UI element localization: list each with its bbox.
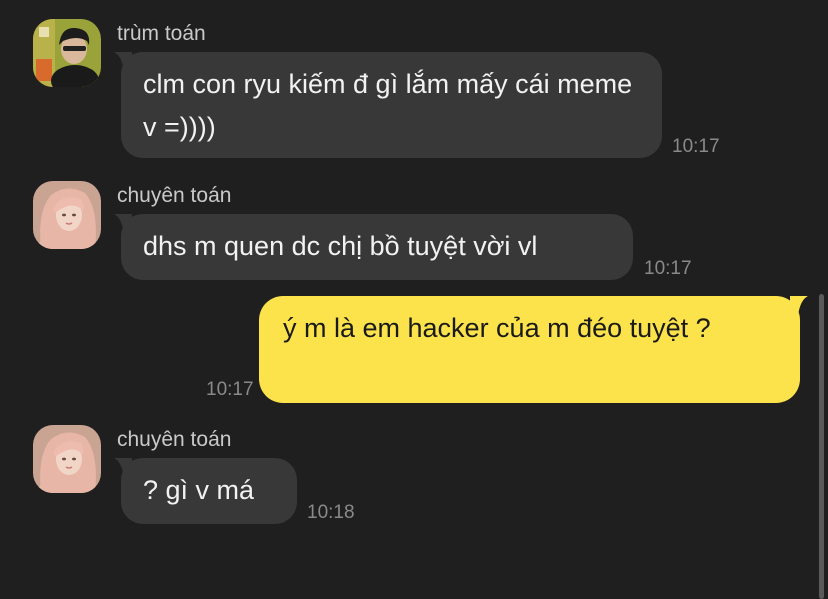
avatar-image [33, 181, 101, 249]
message-bubble-outgoing[interactable]: ý m là em hacker của m đéo tuyệt ? [259, 296, 800, 403]
message-timestamp: 10:17 [206, 379, 254, 400]
bubble-tail [790, 296, 808, 316]
avatar-chuyen-toan[interactable] [33, 181, 101, 249]
message-timestamp: 10:18 [307, 502, 355, 523]
message-timestamp: 10:17 [672, 136, 720, 157]
sender-name: trùm toán [117, 22, 206, 45]
sender-name: chuyên toán [117, 428, 232, 451]
avatar-image [33, 425, 101, 493]
message-bubble[interactable]: ? gì v má [121, 458, 297, 524]
message-text: ? gì v má [143, 475, 255, 505]
message-text: clm con ryu kiếm đ gì lắm mấy cái meme v… [143, 69, 633, 142]
message-text: dhs m quen dc chị bồ tuyệt vời vl [143, 231, 538, 261]
scrollbar[interactable] [819, 294, 824, 599]
message-bubble[interactable]: dhs m quen dc chị bồ tuyệt vời vl [121, 214, 633, 280]
avatar-trum-toan[interactable] [33, 19, 101, 87]
avatar-image [33, 19, 101, 87]
chat-view: trùm toán clm con ryu kiếm đ gì lắm mấy … [0, 0, 828, 599]
avatar-chuyen-toan[interactable] [33, 425, 101, 493]
message-timestamp: 10:17 [644, 258, 692, 279]
sender-name: chuyên toán [117, 184, 232, 207]
message-text: ý m là em hacker của m đéo tuyệt ? [283, 313, 711, 343]
message-bubble[interactable]: clm con ryu kiếm đ gì lắm mấy cái meme v… [121, 52, 662, 158]
